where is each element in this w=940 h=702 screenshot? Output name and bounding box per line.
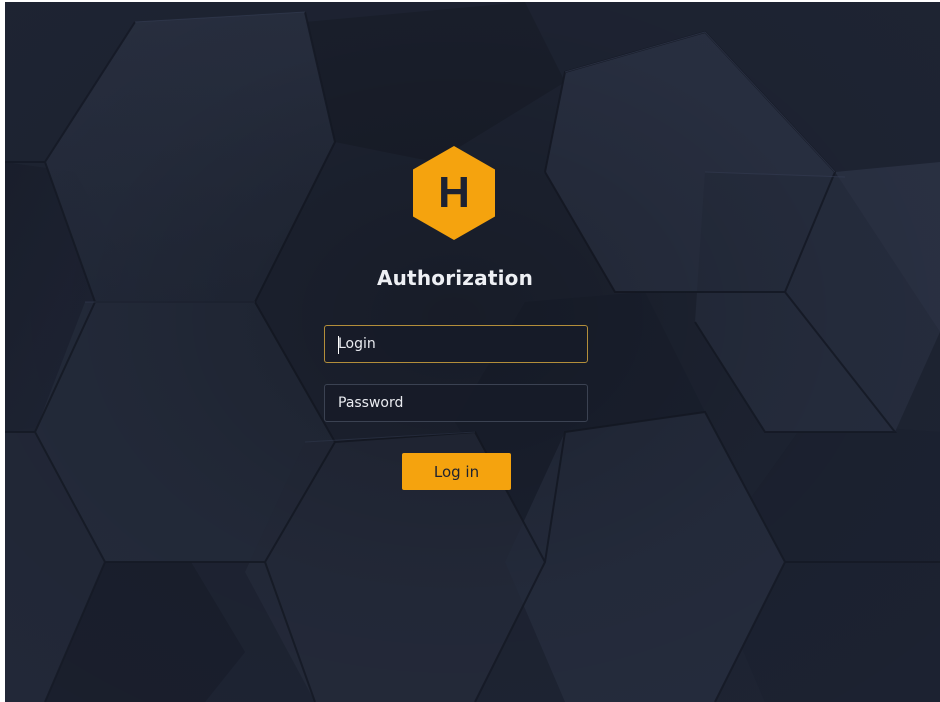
hexagon-logo-icon: H [413, 146, 495, 240]
text-caret [338, 336, 339, 354]
logo-letter: H [438, 168, 470, 217]
login-panel: H Authorization Log in [5, 2, 940, 702]
password-field[interactable] [324, 384, 588, 422]
log-in-button[interactable]: Log in [402, 453, 511, 490]
login-input[interactable] [325, 326, 587, 362]
login-screen: H Authorization Log in [5, 2, 940, 702]
page-title: Authorization [376, 266, 534, 290]
password-input[interactable] [325, 385, 587, 421]
login-field[interactable] [324, 325, 588, 363]
